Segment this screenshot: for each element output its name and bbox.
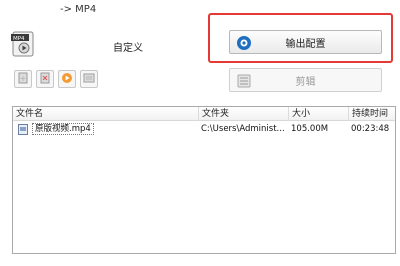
column-header-duration[interactable]: 持续时间 (349, 107, 395, 121)
media-info-button[interactable] (80, 70, 98, 88)
cut-icon (235, 72, 253, 90)
file-name: 原版视频.mp4 (32, 123, 94, 135)
play-button[interactable] (58, 70, 76, 88)
video-file-icon (18, 124, 28, 135)
format-caption: 自定义 (113, 43, 143, 54)
file-toolbar (14, 70, 98, 90)
column-header-name[interactable]: 文件名 (13, 107, 199, 121)
file-folder-cell: C:\Users\Administ... (201, 124, 285, 134)
column-header-size[interactable]: 大小 (289, 107, 349, 121)
file-size-cell: 105.00M (291, 124, 329, 134)
settings-gear-icon (235, 34, 253, 52)
column-header-folder[interactable]: 文件夹 (199, 107, 289, 121)
file-name-cell: 原版视频.mp4 (31, 122, 201, 136)
svg-text:MP4: MP4 (13, 36, 25, 42)
output-config-label: 输出配置 (285, 38, 326, 50)
window-title: -> MP4 (60, 4, 97, 15)
output-config-button[interactable]: 输出配置 (229, 30, 382, 54)
media-info-icon (83, 72, 95, 87)
cut-label: 剪辑 (295, 76, 316, 88)
add-file-icon (17, 72, 29, 87)
app-window: -> MP4 MP4 自定义 输出配置 剪辑 文件名 文件夹 大小 持续时间 原… (0, 0, 400, 266)
table-row[interactable]: 原版视频.mp4 C:\Users\Administ... 105.00M 00… (13, 122, 395, 136)
list-header: 文件名 文件夹 大小 持续时间 (13, 107, 395, 121)
add-file-button[interactable] (14, 70, 32, 88)
remove-file-button[interactable] (36, 70, 54, 88)
cut-button[interactable]: 剪辑 (229, 68, 382, 92)
mp4-file-icon: MP4 (10, 31, 38, 57)
play-icon (61, 72, 73, 87)
remove-file-icon (39, 72, 51, 87)
file-duration-cell: 00:23:48 (351, 124, 390, 134)
file-list: 文件名 文件夹 大小 持续时间 原版视频.mp4 C:\Users\Admini… (12, 106, 396, 254)
